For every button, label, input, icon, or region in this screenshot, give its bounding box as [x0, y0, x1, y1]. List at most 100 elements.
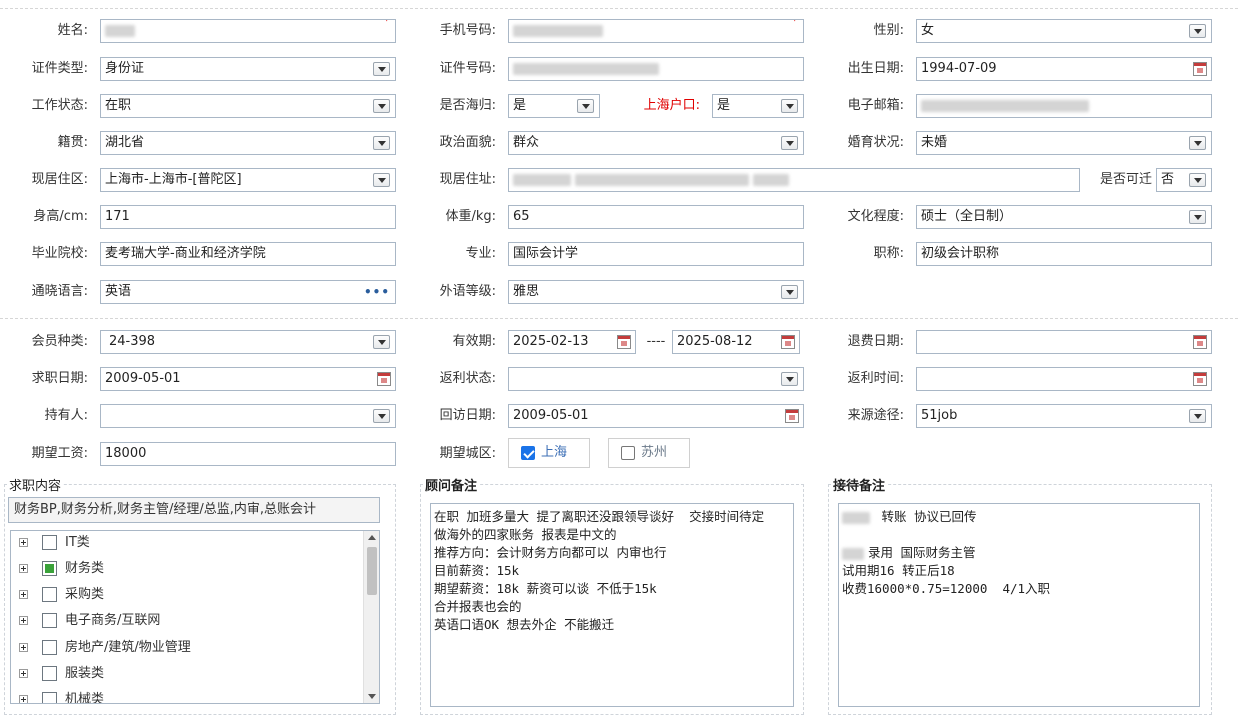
- expand-icon[interactable]: [19, 695, 28, 703]
- consultant-notes-textarea[interactable]: 在职 加班多量大 提了离职还没跟领导谈好 交接时间待定 做海外的四家账务 报表是…: [430, 503, 794, 707]
- top-divider: [0, 8, 1238, 9]
- section-divider: [0, 318, 1238, 319]
- major-input[interactable]: 国际会计学: [508, 242, 804, 266]
- checkbox-partial-icon[interactable]: [42, 561, 57, 576]
- jobhunt-date-input[interactable]: 2009-05-01: [100, 367, 396, 391]
- checkbox-empty-icon[interactable]: [42, 640, 57, 655]
- calendar-icon[interactable]: [377, 372, 391, 386]
- calendar-icon[interactable]: [781, 335, 795, 349]
- chevron-down-icon[interactable]: [1189, 24, 1206, 38]
- chevron-down-icon[interactable]: [1189, 210, 1206, 224]
- chevron-down-icon[interactable]: [373, 173, 390, 187]
- marital-value: 未婚: [921, 135, 948, 150]
- residence-area-select[interactable]: 上海市-上海市-[普陀区]: [100, 168, 396, 192]
- job-category-tree[interactable]: IT类 财务类 采购类 电子商务/互联网 房地产/建筑/物业管理 服装类 机械类: [10, 530, 380, 704]
- chevron-down-icon[interactable]: [373, 335, 390, 349]
- checkbox-empty-icon[interactable]: [621, 445, 635, 460]
- tree-scrollbar[interactable]: [363, 531, 379, 703]
- scroll-down-icon[interactable]: [368, 694, 376, 699]
- tree-item-label: 电子商务/互联网: [65, 613, 161, 628]
- expand-icon[interactable]: [19, 564, 28, 573]
- calendar-icon[interactable]: [1193, 62, 1207, 76]
- chevron-down-icon[interactable]: [781, 285, 798, 299]
- address-input[interactable]: [508, 168, 1080, 192]
- checkbox-empty-icon[interactable]: [42, 613, 57, 628]
- expand-icon[interactable]: [19, 590, 28, 599]
- chevron-down-icon[interactable]: [373, 99, 390, 113]
- refund-date-input[interactable]: [916, 330, 1212, 354]
- checkbox-empty-icon[interactable]: [42, 666, 57, 681]
- birth-date-input[interactable]: 1994-07-09: [916, 57, 1212, 81]
- chevron-down-icon[interactable]: [1189, 136, 1206, 150]
- valid-from-input[interactable]: 2025-02-13: [508, 330, 636, 354]
- chevron-down-icon[interactable]: [373, 136, 390, 150]
- expand-icon[interactable]: [19, 643, 28, 652]
- idnum-input[interactable]: [508, 57, 804, 81]
- marital-label: 婚育状况:: [847, 135, 904, 150]
- calendar-icon[interactable]: [1193, 335, 1207, 349]
- checkbox-empty-icon[interactable]: [42, 587, 57, 602]
- rebate-status-select[interactable]: [508, 367, 804, 391]
- expand-icon[interactable]: [19, 616, 28, 625]
- tree-item-label: 财务类: [65, 561, 105, 576]
- shhukou-select[interactable]: 是: [712, 94, 804, 118]
- revisit-date-input[interactable]: 2009-05-01: [508, 404, 804, 428]
- chevron-down-icon[interactable]: [577, 99, 594, 113]
- chevron-down-icon[interactable]: [373, 409, 390, 423]
- city-suzhou-label: 苏州: [641, 445, 668, 460]
- chevron-down-icon[interactable]: [1189, 409, 1206, 423]
- member-type-select[interactable]: 24-398: [100, 330, 396, 354]
- scroll-up-icon[interactable]: [368, 535, 376, 540]
- school-input[interactable]: 麦考瑞大学-商业和经济学院: [100, 242, 396, 266]
- relocate-select[interactable]: 否: [1156, 168, 1212, 192]
- weight-input[interactable]: 65: [508, 205, 804, 229]
- calendar-icon[interactable]: [1193, 372, 1207, 386]
- origin-select[interactable]: 湖北省: [100, 131, 396, 155]
- job-selected-input[interactable]: 财务BP,财务分析,财务主管/经理/总监,内审,总账会计: [8, 497, 380, 523]
- checkbox-checked-icon[interactable]: [521, 445, 535, 460]
- redacted-address: [753, 173, 789, 186]
- salary-input[interactable]: 18000: [100, 442, 396, 466]
- expand-icon[interactable]: [19, 538, 28, 547]
- chevron-down-icon[interactable]: [781, 136, 798, 150]
- city-option-suzhou[interactable]: 苏州: [608, 438, 690, 468]
- calendar-icon[interactable]: [617, 335, 631, 349]
- chevron-down-icon[interactable]: [781, 99, 798, 113]
- workstatus-label: 工作状态:: [31, 98, 88, 113]
- reception-notes-textarea[interactable]: 转账 协议已回传 ​ 录用 国际财务主管 试用期16 转正后18 收费16000…: [838, 503, 1200, 707]
- phone-input[interactable]: *: [508, 19, 804, 43]
- city-option-shanghai[interactable]: 上海: [508, 438, 590, 468]
- returnee-select[interactable]: 是: [508, 94, 600, 118]
- idtype-select[interactable]: 身份证: [100, 57, 396, 81]
- valid-label: 有效期:: [452, 334, 496, 349]
- email-input[interactable]: [916, 94, 1212, 118]
- rebate-time-input[interactable]: [916, 367, 1212, 391]
- holder-select[interactable]: [100, 404, 396, 428]
- chevron-down-icon[interactable]: [1189, 173, 1206, 187]
- more-icon[interactable]: •••: [364, 281, 390, 303]
- title-input[interactable]: 初级会计职称: [916, 242, 1212, 266]
- residence-area-value: 上海市-上海市-[普陀区]: [105, 172, 242, 187]
- chevron-down-icon[interactable]: [781, 372, 798, 386]
- valid-to-value: 2025-08-12: [677, 334, 753, 349]
- height-input[interactable]: 171: [100, 205, 396, 229]
- relocate-label: 是否可迁: [1099, 172, 1152, 187]
- education-select[interactable]: 硕士（全日制）: [916, 205, 1212, 229]
- political-select[interactable]: 群众: [508, 131, 804, 155]
- source-select[interactable]: 51job: [916, 404, 1212, 428]
- foreign-level-select[interactable]: 雅思: [508, 280, 804, 304]
- scroll-thumb[interactable]: [367, 547, 377, 595]
- workstatus-select[interactable]: 在职: [100, 94, 396, 118]
- expand-icon[interactable]: [19, 669, 28, 678]
- gender-select[interactable]: 女: [916, 19, 1212, 43]
- checkbox-empty-icon[interactable]: [42, 692, 57, 703]
- checkbox-empty-icon[interactable]: [42, 535, 57, 550]
- chevron-down-icon[interactable]: [373, 62, 390, 76]
- language-input[interactable]: 英语 •••: [100, 280, 396, 304]
- marital-select[interactable]: 未婚: [916, 131, 1212, 155]
- phone-label: 手机号码:: [439, 23, 496, 38]
- name-input[interactable]: *: [100, 19, 396, 43]
- redacted-address: [575, 173, 749, 186]
- calendar-icon[interactable]: [785, 409, 799, 423]
- valid-to-input[interactable]: 2025-08-12: [672, 330, 800, 354]
